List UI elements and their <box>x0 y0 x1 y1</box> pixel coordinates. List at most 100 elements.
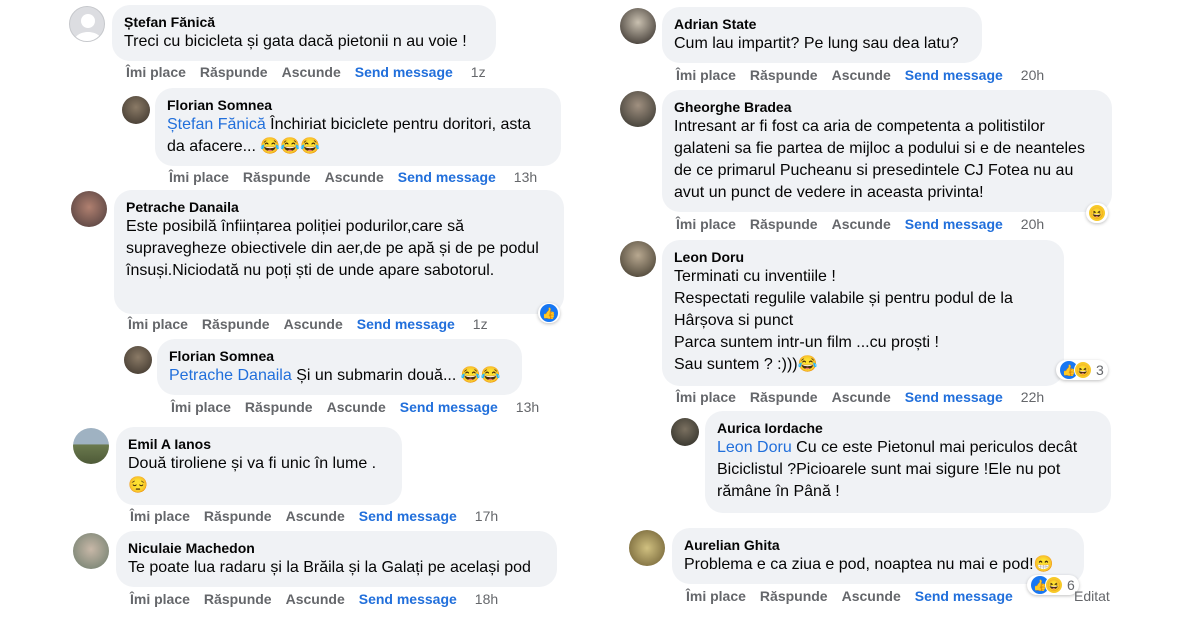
reply-button[interactable]: Răspunde <box>750 389 818 405</box>
mention-link[interactable]: Ștefan Fănică <box>167 116 266 133</box>
edited-label[interactable]: Editat <box>1074 587 1110 605</box>
reply-button[interactable]: Răspunde <box>204 591 272 607</box>
reply-button[interactable]: Răspunde <box>200 64 268 80</box>
avatar[interactable] <box>629 530 665 566</box>
like-button[interactable]: Îmi place <box>130 508 190 524</box>
hide-button[interactable]: Ascunde <box>325 169 384 185</box>
comment-author[interactable]: Florian Somnea <box>169 347 510 365</box>
comment-bubble: Emil A Ianos Două tiroliene și va fi uni… <box>116 427 402 505</box>
comment-author[interactable]: Petrache Danaila <box>126 198 552 216</box>
reply-button[interactable]: Răspunde <box>750 216 818 232</box>
avatar[interactable] <box>124 346 152 374</box>
comment-actions: Îmi place Răspunde Ascunde Send message 1z <box>126 63 500 81</box>
reply-button[interactable]: Răspunde <box>760 588 828 604</box>
comment-text: Te poate lua radaru și la Brăila și la G… <box>128 559 531 576</box>
comment-text: Leon Doru Cu ce este Pietonul mai pericu… <box>717 437 1099 503</box>
comment-time[interactable]: 17h <box>475 508 498 524</box>
hide-button[interactable]: Ascunde <box>832 216 891 232</box>
avatar[interactable] <box>620 8 656 44</box>
hide-button[interactable]: Ascunde <box>832 67 891 83</box>
comment-text: Două tiroliene și va fi unic în lume . 😔 <box>128 455 377 494</box>
comment-time[interactable]: 20h <box>1021 216 1044 232</box>
avatar[interactable] <box>671 418 699 446</box>
comment-text: Este posibilă înființarea poliției podur… <box>126 218 539 279</box>
hide-button[interactable]: Ascunde <box>327 399 386 415</box>
comment-text: Intresant ar fi fost ca aria de competen… <box>674 118 1085 201</box>
comment-author[interactable]: Emil A Ianos <box>128 435 390 453</box>
like-button[interactable]: Îmi place <box>676 216 736 232</box>
reply-button[interactable]: Răspunde <box>202 316 270 332</box>
comment-author[interactable]: Aurelian Ghita <box>684 536 1072 554</box>
like-button[interactable]: Îmi place <box>171 399 231 415</box>
avatar[interactable] <box>620 241 656 277</box>
reaction-summary[interactable]: 👍 😆 3 <box>1056 360 1108 380</box>
reply-button[interactable]: Răspunde <box>204 508 272 524</box>
comment-author[interactable]: Leon Doru <box>674 248 1052 266</box>
comment-bubble: Florian Somnea Petrache Danaila Și un su… <box>157 339 522 395</box>
comment-text: Treci cu bicicleta și gata dacă pietonii… <box>124 33 467 50</box>
comment-author[interactable]: Gheorghe Bradea <box>674 98 1100 116</box>
hide-button[interactable]: Ascunde <box>286 508 345 524</box>
reaction-summary[interactable]: 👍 😆 6 <box>1027 575 1079 595</box>
comment-time[interactable]: 22h <box>1021 389 1044 405</box>
avatar[interactable] <box>73 533 109 569</box>
comment-author[interactable]: Niculaie Machedon <box>128 539 545 557</box>
send-message-button[interactable]: Send message <box>359 591 457 607</box>
send-message-button[interactable]: Send message <box>400 399 498 415</box>
comment-time[interactable]: 13h <box>516 399 539 415</box>
comment-time[interactable]: 20h <box>1021 67 1044 83</box>
send-message-button[interactable]: Send message <box>355 64 453 80</box>
hide-button[interactable]: Ascunde <box>286 591 345 607</box>
comment-time[interactable]: 13h <box>514 169 537 185</box>
send-message-button[interactable]: Send message <box>905 216 1003 232</box>
avatar[interactable] <box>122 96 150 124</box>
like-button[interactable]: Îmi place <box>128 316 188 332</box>
comment-actions: Îmi place Răspunde Ascunde Send message 20h <box>676 215 1058 233</box>
send-message-button[interactable]: Send message <box>357 316 455 332</box>
comment-author[interactable]: Adrian State <box>674 15 970 33</box>
reply-button[interactable]: Răspunde <box>245 399 313 415</box>
hide-button[interactable]: Ascunde <box>284 316 343 332</box>
avatar[interactable] <box>73 428 109 464</box>
hide-button[interactable]: Ascunde <box>842 588 901 604</box>
hide-button[interactable]: Ascunde <box>282 64 341 80</box>
reaction-summary[interactable]: 😆 <box>1086 203 1108 223</box>
comment-author[interactable]: Ștefan Fănică <box>124 13 484 31</box>
mention-link[interactable]: Leon Doru <box>717 439 792 456</box>
like-button[interactable]: Îmi place <box>130 591 190 607</box>
comment-text: Petrache Danaila Și un submarin două... … <box>169 365 510 387</box>
send-message-button[interactable]: Send message <box>398 169 496 185</box>
send-message-button[interactable]: Send message <box>359 508 457 524</box>
comment-actions: Îmi place Răspunde Ascunde Send message 20h <box>676 66 1058 84</box>
comment-actions: Îmi place Răspunde Ascunde Send message 1z <box>128 315 502 333</box>
send-message-button[interactable]: Send message <box>915 588 1013 604</box>
avatar[interactable] <box>620 91 656 127</box>
like-button[interactable]: Îmi place <box>686 588 746 604</box>
comment-time[interactable]: 18h <box>475 591 498 607</box>
comment-time[interactable]: 1z <box>471 64 486 80</box>
send-message-button[interactable]: Send message <box>905 389 1003 405</box>
avatar[interactable] <box>69 6 105 42</box>
comment-text: Ștefan Fănică Închiriat biciclete pentru… <box>167 114 549 158</box>
like-button[interactable]: Îmi place <box>676 389 736 405</box>
comment-time[interactable]: 1z <box>473 316 488 332</box>
comment-author[interactable]: Aurica Iordache <box>717 419 1099 437</box>
reply-button[interactable]: Răspunde <box>750 67 818 83</box>
comment-actions: Îmi place Răspunde Ascunde Send message 22h <box>676 388 1058 406</box>
hide-button[interactable]: Ascunde <box>832 389 891 405</box>
comment-author[interactable]: Florian Somnea <box>167 96 549 114</box>
send-message-button[interactable]: Send message <box>905 67 1003 83</box>
like-button[interactable]: Îmi place <box>126 64 186 80</box>
avatar[interactable] <box>71 191 107 227</box>
reply-button[interactable]: Răspunde <box>243 169 311 185</box>
comment-bubble: Adrian State Cum lau impartit? Pe lung s… <box>662 7 982 63</box>
like-reaction-icon: 👍 <box>540 304 558 322</box>
like-button[interactable]: Îmi place <box>676 67 736 83</box>
haha-reaction-icon: 😆 <box>1088 204 1106 222</box>
comment-actions: Îmi place Răspunde Ascunde Send message 18h <box>130 590 512 608</box>
mention-link[interactable]: Petrache Danaila <box>169 367 292 384</box>
reaction-summary[interactable]: 👍 <box>538 303 560 323</box>
comment-text: Cum lau impartit? Pe lung sau dea latu? <box>674 35 959 52</box>
like-button[interactable]: Îmi place <box>169 169 229 185</box>
comment-bubble: Gheorghe Bradea Intresant ar fi fost ca … <box>662 90 1112 212</box>
